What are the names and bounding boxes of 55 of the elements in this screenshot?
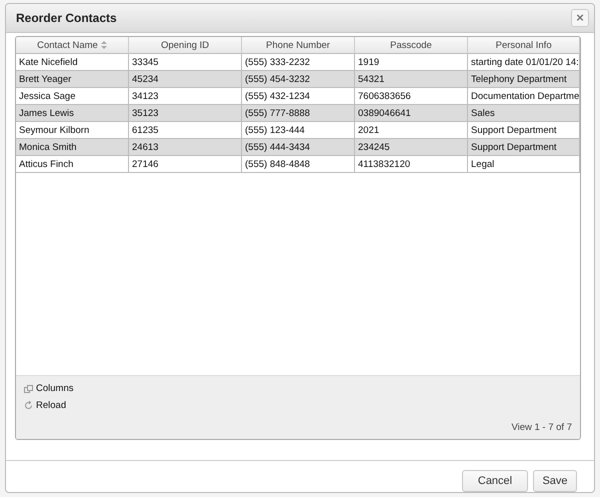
reload-button[interactable]: Reload: [24, 397, 572, 414]
column-label: Personal Info: [496, 40, 552, 50]
table-cell: 2021: [355, 122, 468, 139]
table-cell: (555) 333-2232: [242, 54, 355, 71]
table-cell: (555) 848-4848: [242, 156, 355, 173]
table-cell: 1919: [355, 54, 468, 71]
table-cell: 34123: [129, 88, 242, 105]
table-cell: 24613: [129, 139, 242, 156]
table-cell: Legal: [468, 156, 580, 173]
table-cell: James Lewis: [16, 105, 129, 122]
close-button[interactable]: ×: [571, 9, 589, 27]
table-cell: 35123: [129, 105, 242, 122]
table-cell: Atticus Finch: [16, 156, 129, 173]
column-header[interactable]: Personal Info: [468, 37, 580, 54]
column-label: Passcode: [390, 40, 432, 50]
save-button[interactable]: Save: [533, 470, 577, 492]
column-header[interactable]: Passcode: [355, 37, 468, 54]
column-header[interactable]: Phone Number: [242, 37, 355, 54]
table-cell: Monica Smith: [16, 139, 129, 156]
table-cell: 234245: [355, 139, 468, 156]
table-cell: Support Department: [468, 139, 580, 156]
table-cell: 45234: [129, 71, 242, 88]
column-header[interactable]: Opening ID: [129, 37, 242, 54]
column-label: Opening ID: [160, 40, 210, 50]
table-cell: Brett Yeager: [16, 71, 129, 88]
pager-info: View 1 - 7 of 7: [511, 422, 572, 433]
table-cell: Documentation Departme: [468, 88, 580, 105]
columns-button[interactable]: Columns: [24, 380, 572, 397]
columns-icon: [24, 384, 33, 392]
table-cell: (555) 444-3434: [242, 139, 355, 156]
table-cell: 4113832120: [355, 156, 468, 173]
sort-icon: [100, 41, 107, 49]
table-cell: (555) 454-3232: [242, 71, 355, 88]
dialog-title: Reorder Contacts: [16, 11, 117, 25]
table-cell: 61235: [129, 122, 242, 139]
table-cell: Telephony Department: [468, 71, 580, 88]
table-cell: Sales: [468, 105, 580, 122]
table-cell: Support Department: [468, 122, 580, 139]
table-cell: (555) 123-444: [242, 122, 355, 139]
table-cell: Kate Nicefield: [16, 54, 129, 71]
column-label: Phone Number: [266, 40, 330, 50]
cancel-button[interactable]: Cancel: [462, 470, 528, 492]
table-cell: Seymour Kilborn: [16, 122, 129, 139]
table-cell: 33345: [129, 54, 242, 71]
column-label: Contact Name: [37, 40, 98, 50]
table-cell: (555) 432-1234: [242, 88, 355, 105]
table-cell: 54321: [355, 71, 468, 88]
table-cell: starting date 01/01/20 14:: [468, 54, 580, 71]
table-cell: (555) 777-8888: [242, 105, 355, 122]
column-header[interactable]: Contact Name: [16, 37, 129, 54]
table-cell: 0389046641: [355, 105, 468, 122]
table-cell: 7606383656: [355, 88, 468, 105]
table-cell: 27146: [129, 156, 242, 173]
reload-icon: [24, 401, 33, 410]
table-cell: Jessica Sage: [16, 88, 129, 105]
